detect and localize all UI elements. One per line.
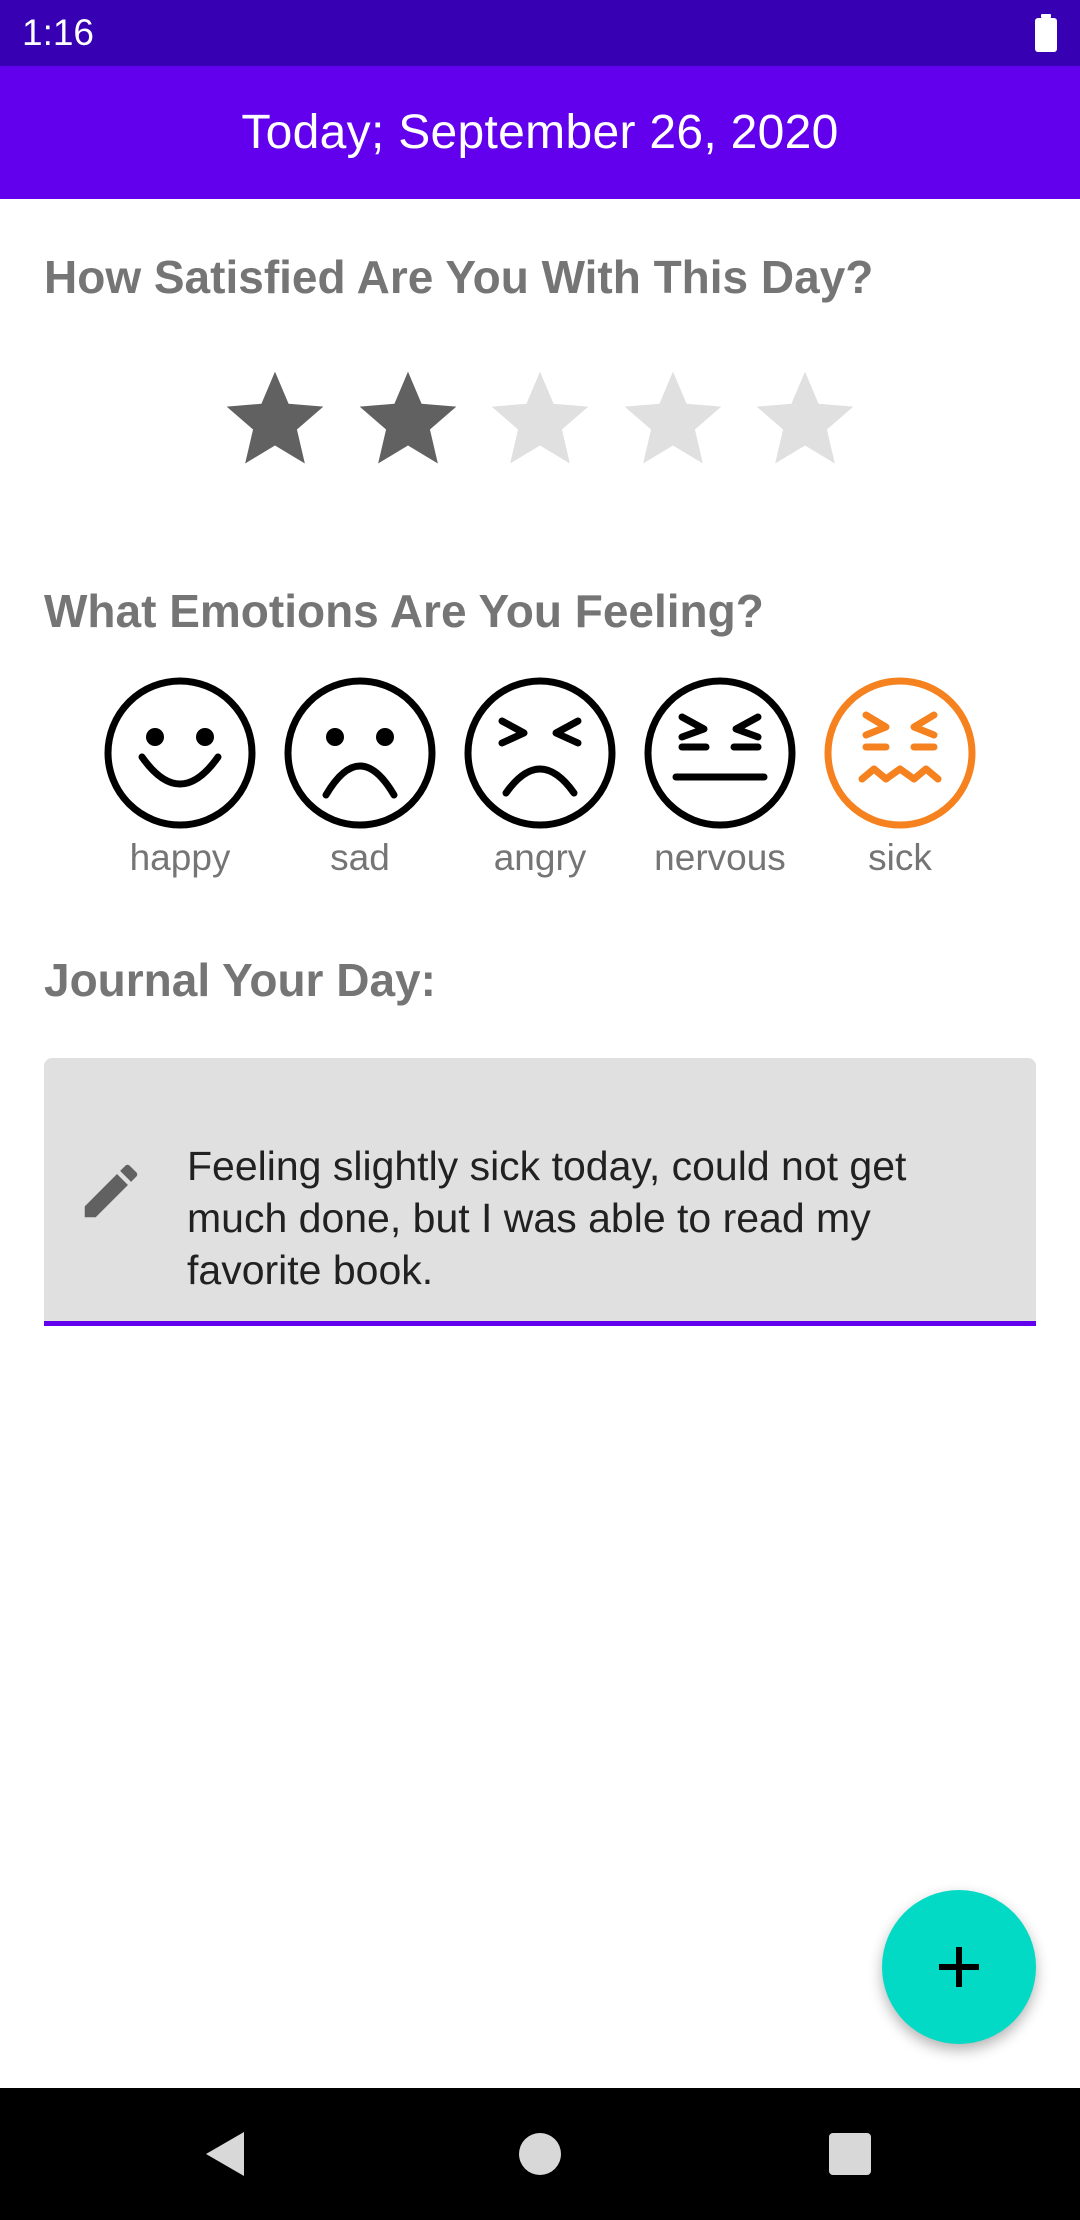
- screen: 1:16 Today; September 26, 2020 How Satis…: [0, 0, 1080, 2220]
- emotion-label: sick: [868, 837, 932, 878]
- emotion-label: angry: [493, 837, 587, 878]
- status-bar: 1:16: [0, 0, 1080, 66]
- status-time: 1:16: [22, 12, 95, 53]
- sick-face-icon: [824, 677, 976, 829]
- angry-face-icon: [464, 677, 616, 829]
- happy-face-icon: [104, 677, 256, 829]
- journal-field[interactable]: Feeling slightly sick today, could not g…: [44, 1058, 1036, 1326]
- home-circle-icon[interactable]: [514, 2128, 566, 2180]
- battery-full-icon: [1035, 14, 1057, 52]
- star-empty-icon[interactable]: [615, 362, 731, 478]
- nervous-face-icon: [644, 677, 796, 829]
- emotion-label: happy: [129, 837, 231, 878]
- journal-heading: Journal Your Day:: [44, 954, 436, 1006]
- star-empty-icon[interactable]: [482, 362, 598, 478]
- emotion-sad[interactable]: sad: [282, 675, 438, 879]
- page-title: Today; September 26, 2020: [241, 106, 839, 159]
- star-filled-icon[interactable]: [217, 362, 333, 478]
- emotion-label: sad: [330, 837, 390, 878]
- plus-icon: [939, 1947, 979, 1987]
- emotions-row: happy sad angry nervous sick: [102, 675, 978, 879]
- add-button[interactable]: [882, 1890, 1036, 2044]
- emotion-label: nervous: [654, 837, 786, 878]
- emotion-sick[interactable]: sick: [822, 675, 978, 879]
- emotions-heading: What Emotions Are You Feeling?: [44, 585, 764, 637]
- app-bar: Today; September 26, 2020: [0, 66, 1080, 199]
- journal-input[interactable]: Feeling slightly sick today, could not g…: [187, 1140, 1007, 1296]
- star-filled-icon[interactable]: [350, 362, 466, 478]
- emotion-happy[interactable]: happy: [102, 675, 258, 879]
- pencil-icon: [84, 1164, 138, 1218]
- emotion-angry[interactable]: angry: [462, 675, 618, 879]
- sad-face-icon: [284, 677, 436, 829]
- emotion-nervous[interactable]: nervous: [642, 675, 798, 879]
- recents-square-icon[interactable]: [824, 2128, 876, 2180]
- navigation-bar: [0, 2088, 1080, 2220]
- star-empty-icon[interactable]: [747, 362, 863, 478]
- back-triangle-icon[interactable]: [200, 2128, 252, 2180]
- satisfaction-heading: How Satisfied Are You With This Day?: [44, 251, 874, 303]
- star-rating[interactable]: [217, 362, 863, 478]
